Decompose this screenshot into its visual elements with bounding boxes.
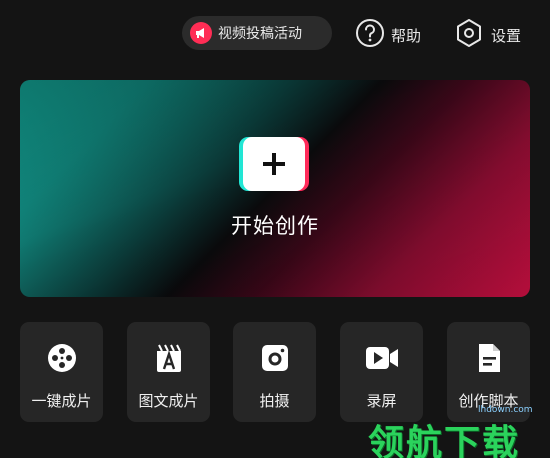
tool-image-text-video[interactable]: 图文成片	[127, 322, 210, 422]
megaphone-icon	[190, 22, 212, 44]
help-button[interactable]: 帮助	[355, 18, 421, 52]
top-bar: 视频投稿活动 帮助 设置	[0, 14, 550, 54]
tool-label: 拍摄	[259, 392, 290, 410]
gear-icon	[455, 18, 483, 52]
campaign-button[interactable]: 视频投稿活动	[182, 16, 332, 50]
image-text-icon	[151, 340, 187, 376]
tool-camera[interactable]: 拍摄	[233, 322, 316, 422]
tool-label: 一键成片	[31, 392, 92, 410]
film-reel-icon	[44, 340, 80, 376]
settings-label: 设置	[491, 26, 522, 45]
watermark-logo: 领航下载	[368, 422, 521, 458]
tools-row: 一键成片 图文成片 拍摄 录屏 创作脚本	[20, 322, 530, 422]
help-icon	[355, 18, 385, 52]
screen-record-icon	[364, 340, 400, 376]
tool-screen-record[interactable]: 录屏	[340, 322, 423, 422]
settings-button[interactable]: 设置	[455, 18, 521, 52]
script-document-icon	[471, 340, 507, 376]
camera-icon	[257, 340, 293, 376]
campaign-label: 视频投稿活动	[218, 26, 302, 42]
tool-one-click-video[interactable]: 一键成片	[20, 322, 103, 422]
start-create-label[interactable]: 开始创作	[0, 210, 550, 240]
help-label: 帮助	[391, 26, 422, 45]
tool-label: 录屏	[366, 392, 397, 410]
tool-label: 图文成片	[138, 392, 199, 410]
plus-icon[interactable]	[243, 137, 305, 191]
